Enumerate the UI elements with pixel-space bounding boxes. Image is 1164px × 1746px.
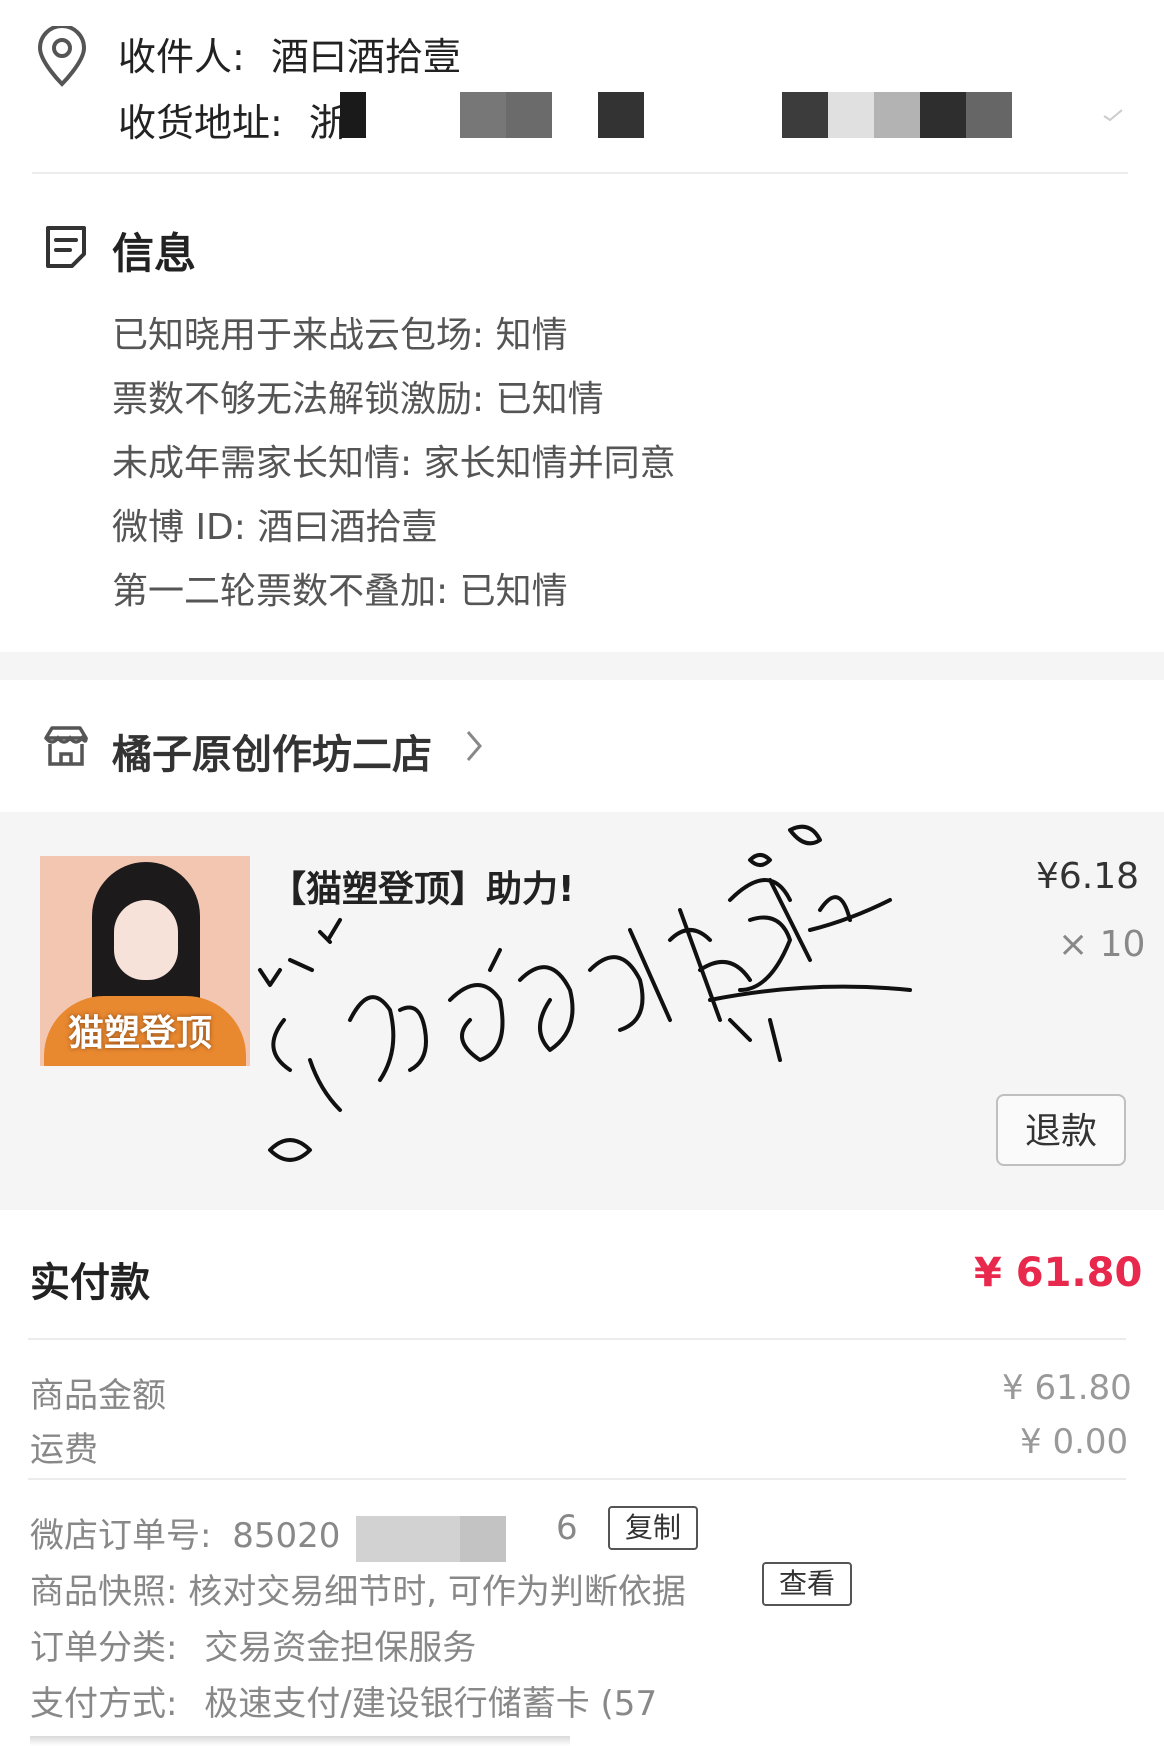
info-line: 票数不够无法解锁激励: 已知情 bbox=[112, 379, 604, 420]
section-separator bbox=[0, 652, 1164, 680]
info-line: 已知晓用于来战云包场: 知情 bbox=[112, 315, 568, 356]
shipping-value: ¥ 0.00 bbox=[1020, 1422, 1129, 1462]
recipient-label: 收件人: bbox=[118, 35, 245, 79]
next-row-cropped bbox=[30, 1736, 570, 1746]
recipient-row: 收件人: 酒曰酒拾壹 bbox=[118, 26, 461, 81]
thumbnail-face bbox=[114, 900, 178, 980]
paid-value: ¥ 61.80 bbox=[974, 1250, 1143, 1296]
payment-method-row: 支付方式: 极速支付/建设银行储蓄卡 (57 bbox=[30, 1676, 657, 1725]
order-number-label: 微店订单号: bbox=[30, 1516, 212, 1556]
product-thumbnail[interactable]: 猫塑登顶 bbox=[40, 856, 250, 1066]
address-row: 收货地址: 浙 bbox=[118, 92, 347, 147]
info-document-icon bbox=[42, 222, 90, 272]
edit-address-chevron-icon[interactable] bbox=[1100, 104, 1126, 124]
payment-fade-redaction bbox=[666, 1676, 786, 1726]
snapshot-text: 商品快照: 核对交易细节时, 可作为判断依据 bbox=[30, 1572, 686, 1612]
handwritten-signature-overlay bbox=[258, 824, 912, 1162]
shipping-label: 运费 bbox=[30, 1430, 98, 1470]
order-number-suffix: 6 bbox=[556, 1508, 578, 1548]
product-price: ¥6.18 bbox=[1036, 856, 1140, 897]
info-title: 信息 bbox=[112, 229, 197, 278]
view-snapshot-button[interactable]: 查看 bbox=[762, 1562, 852, 1606]
goods-amount-label: 商品金额 bbox=[30, 1376, 166, 1416]
store-name[interactable]: 橘子原创作坊二店 bbox=[112, 722, 432, 780]
recipient-name: 酒曰酒拾壹 bbox=[270, 35, 461, 79]
location-pin-icon bbox=[34, 24, 90, 88]
store-chevron-right-icon[interactable] bbox=[462, 726, 486, 766]
store-icon bbox=[42, 724, 90, 768]
payment-method-label: 支付方式: bbox=[30, 1684, 178, 1724]
address-divider bbox=[32, 172, 1128, 174]
order-category-label: 订单分类: bbox=[30, 1628, 178, 1668]
info-line: 微博 ID: 酒曰酒拾壹 bbox=[112, 507, 438, 548]
copy-order-number-button[interactable]: 复制 bbox=[608, 1506, 698, 1550]
thumbnail-caption: 猫塑登顶 bbox=[68, 1013, 213, 1054]
order-category-row: 订单分类: 交易资金担保服务 bbox=[30, 1620, 476, 1669]
paid-label: 实付款 bbox=[30, 1260, 150, 1306]
goods-amount-value: ¥ 61.80 bbox=[1002, 1368, 1132, 1408]
refund-button[interactable]: 退款 bbox=[996, 1094, 1126, 1166]
order-number-prefix: 85020 bbox=[232, 1516, 341, 1556]
fees-divider bbox=[28, 1478, 1126, 1480]
totals-divider bbox=[28, 1338, 1126, 1340]
payment-method-value: 极速支付/建设银行储蓄卡 (57 bbox=[204, 1684, 658, 1724]
product-quantity: × 10 bbox=[1058, 924, 1146, 965]
order-number-row: 微店订单号: 85020 bbox=[30, 1508, 340, 1557]
order-category-value: 交易资金担保服务 bbox=[204, 1628, 477, 1668]
info-line: 第一二轮票数不叠加: 已知情 bbox=[112, 571, 568, 612]
address-label: 收货地址: bbox=[118, 101, 283, 145]
info-line: 未成年需家长知情: 家长知情并同意 bbox=[112, 443, 676, 484]
